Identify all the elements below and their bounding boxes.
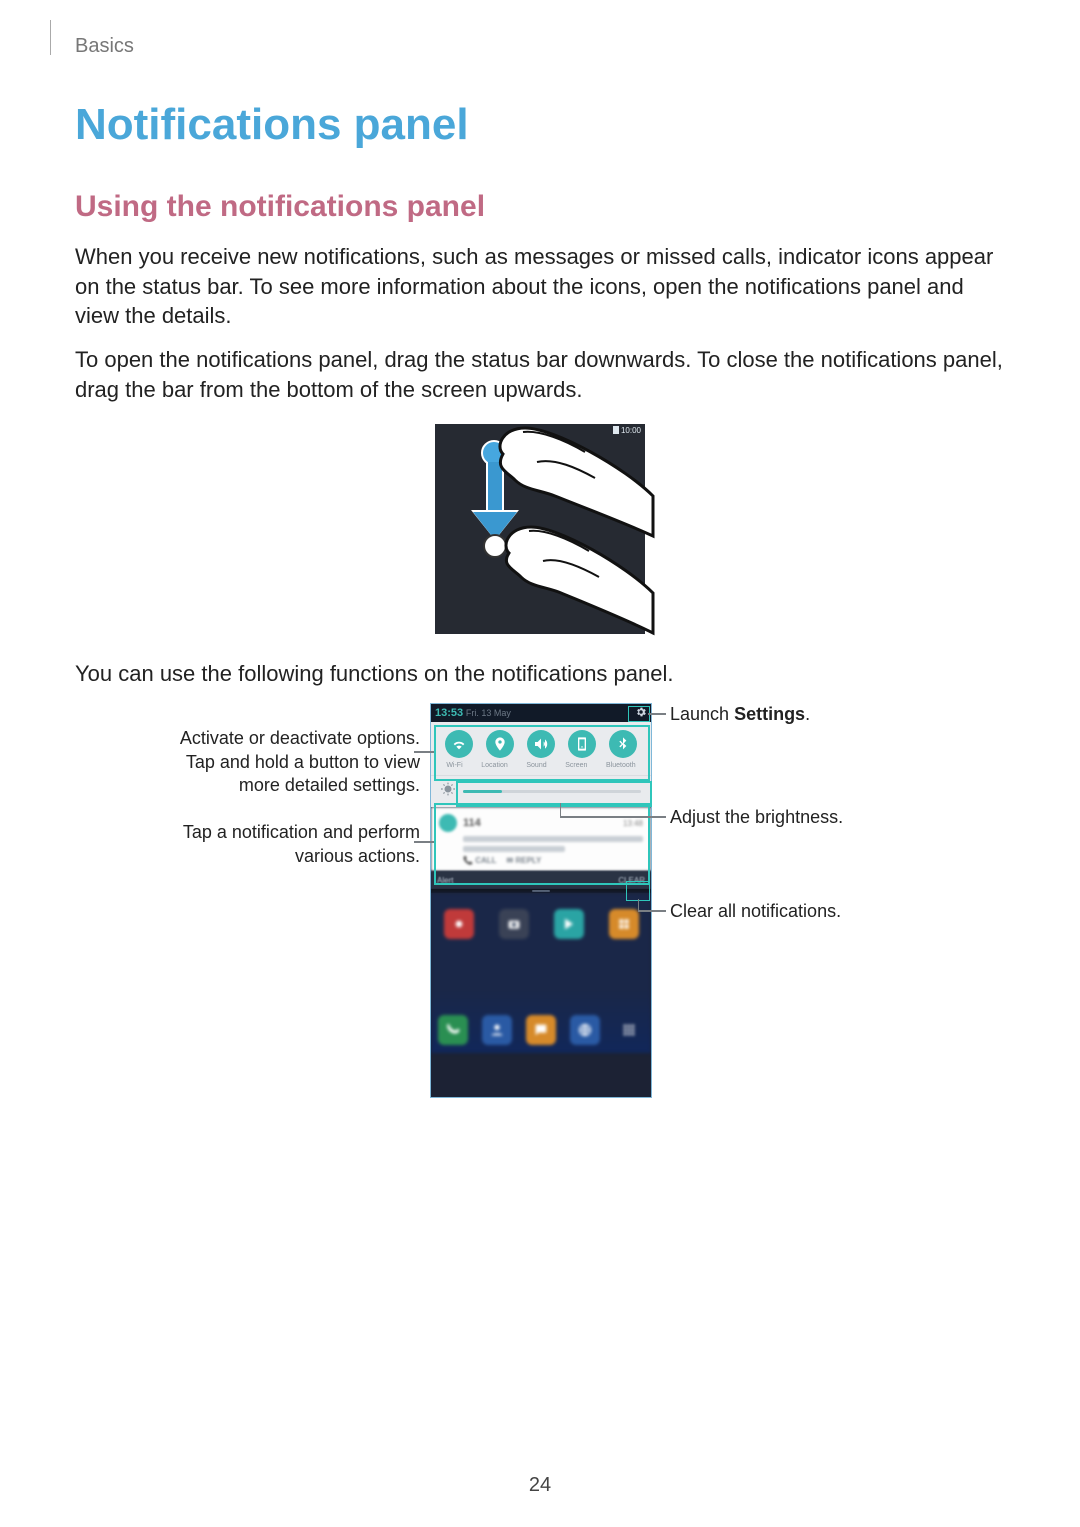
paragraph-2: To open the notifications panel, drag th… — [75, 345, 1005, 404]
notification-title: 114 — [463, 817, 481, 829]
notification-action-call: 📞 CALL — [463, 856, 497, 865]
notification-action-reply: ✉ REPLY — [507, 856, 542, 865]
phone-date: Fri. 13 May — [466, 708, 511, 718]
section-subtitle: Using the notifications panel — [75, 190, 1005, 224]
quick-label-3: Screen — [565, 762, 587, 769]
brightness-icon — [441, 782, 455, 801]
leader-line — [648, 713, 666, 714]
clearbar-left: Alert — [437, 876, 453, 885]
contacts-icon — [482, 1015, 512, 1045]
sound-icon — [527, 730, 555, 758]
callout-settings: Launch Settings. — [670, 703, 910, 726]
app-icon — [444, 909, 474, 939]
notification-time: 13:48 — [623, 819, 643, 828]
notification-app-icon — [439, 814, 457, 832]
quick-label-1: Location — [481, 762, 507, 769]
page-title: Notifications panel — [75, 100, 1005, 150]
bluetooth-icon — [609, 730, 637, 758]
callout-clear: Clear all notifications. — [670, 900, 910, 923]
brightness-row — [431, 775, 651, 807]
page-number: 24 — [0, 1474, 1080, 1497]
wifi-icon — [445, 730, 473, 758]
leader-line — [560, 803, 561, 817]
clear-bar: Alert CLEAR — [431, 871, 651, 889]
quick-label-4: Bluetooth — [606, 762, 636, 769]
clearbar-right: CLEAR — [618, 876, 645, 885]
phone-mock: 13:53 Fri. 13 May Wi-Fi Location — [430, 703, 652, 1098]
phone-time: 13:53 — [435, 707, 463, 719]
leader-line — [638, 910, 666, 911]
quick-label-2: Sound — [526, 762, 546, 769]
quick-settings-panel: Wi-Fi Location Sound Screen Bluetooth — [431, 722, 651, 807]
internet-icon — [570, 1015, 600, 1045]
gear-icon — [635, 706, 647, 721]
home-screen-blur — [431, 893, 651, 1053]
figure-notifications-panel: 13:53 Fri. 13 May Wi-Fi Location — [160, 703, 920, 1123]
paragraph-1: When you receive new notifications, such… — [75, 242, 1005, 331]
screen-rotation-icon — [568, 730, 596, 758]
hand-bottom-icon — [495, 519, 655, 639]
callout-notification-tap: Tap a notification and perform various a… — [160, 821, 420, 868]
play-store-icon — [554, 909, 584, 939]
location-icon — [486, 730, 514, 758]
paragraph-3: You can use the following functions on t… — [75, 659, 1005, 689]
callout-brightness: Adjust the brightness. — [670, 806, 910, 829]
phone-icon — [438, 1015, 468, 1045]
callout-quick-toggles: Activate or deactivate options. Tap and … — [160, 727, 420, 797]
header-rule — [50, 20, 51, 55]
leader-line — [560, 816, 666, 817]
page-content: Notifications panel Using the notificati… — [0, 0, 1080, 1123]
quick-label-0: Wi-Fi — [446, 762, 462, 769]
phone-statusbar: 13:53 Fri. 13 May — [431, 704, 651, 722]
breadcrumb: Basics — [75, 35, 134, 58]
apps-icon — [614, 1015, 644, 1045]
figure-drag-gesture: 10:00 — [435, 424, 645, 634]
messages-icon — [526, 1015, 556, 1045]
google-icon — [609, 909, 639, 939]
brightness-slider — [463, 790, 641, 793]
camera-icon — [499, 909, 529, 939]
